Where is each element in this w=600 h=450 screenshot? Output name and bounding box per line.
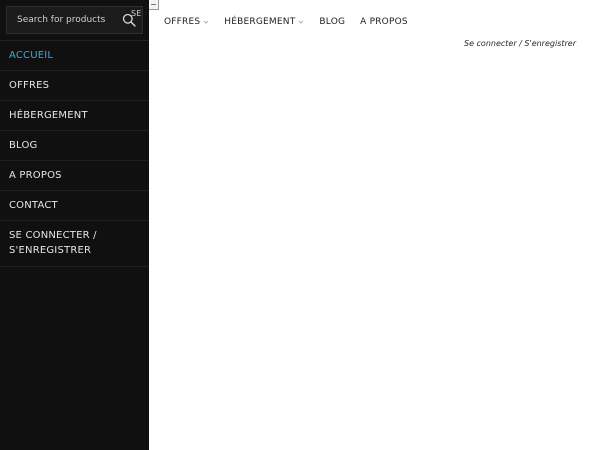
sidebar-item-hebergement[interactable]: HÉBERGEMENT	[0, 101, 149, 131]
nav-item-blog[interactable]: BLOG	[319, 17, 345, 27]
main-content: OFFRES HÉBERGEMENT BLOG A PROPOS Se conn…	[149, 0, 600, 450]
sidebar-item-label: S'ENREGISTRER	[9, 245, 92, 256]
nav-item-label: HÉBERGEMENT	[224, 17, 296, 27]
nav-item-label: A PROPOS	[360, 17, 408, 27]
broken-image-icon	[149, 0, 159, 10]
nav-item-label: BLOG	[319, 17, 346, 27]
search-button-label[interactable]: SE	[131, 9, 142, 18]
nav-item-a-propos[interactable]: A PROPOS	[360, 17, 408, 27]
sidebar-item-accueil[interactable]: ACCUEIL	[0, 41, 149, 71]
sidebar-item-login-register[interactable]: SE CONNECTER / S'ENREGISTRER	[0, 221, 149, 267]
sidebar-search: SE	[0, 0, 149, 41]
chevron-down-icon	[204, 20, 209, 24]
search-input[interactable]	[7, 7, 117, 33]
chevron-down-icon	[299, 20, 304, 24]
sidebar-item-a-propos[interactable]: A PROPOS	[0, 161, 149, 191]
nav-item-offres[interactable]: OFFRES	[164, 17, 209, 27]
mobile-sidebar: SE ACCUEIL OFFRES HÉBERGEMENT BLOG A PRO…	[0, 0, 149, 450]
sidebar-item-offres[interactable]: OFFRES	[0, 71, 149, 101]
search-box	[6, 6, 143, 34]
nav-item-label: OFFRES	[164, 17, 201, 27]
sidebar-item-contact[interactable]: CONTACT	[0, 191, 149, 221]
sidebar-item-label: SE CONNECTER /	[9, 230, 97, 241]
top-navigation: OFFRES HÉBERGEMENT BLOG A PROPOS	[164, 15, 423, 29]
sidebar-item-blog[interactable]: BLOG	[0, 131, 149, 161]
login-register-link[interactable]: Se connecter / S'enregistrer	[464, 39, 576, 48]
nav-item-hebergement[interactable]: HÉBERGEMENT	[224, 17, 304, 27]
